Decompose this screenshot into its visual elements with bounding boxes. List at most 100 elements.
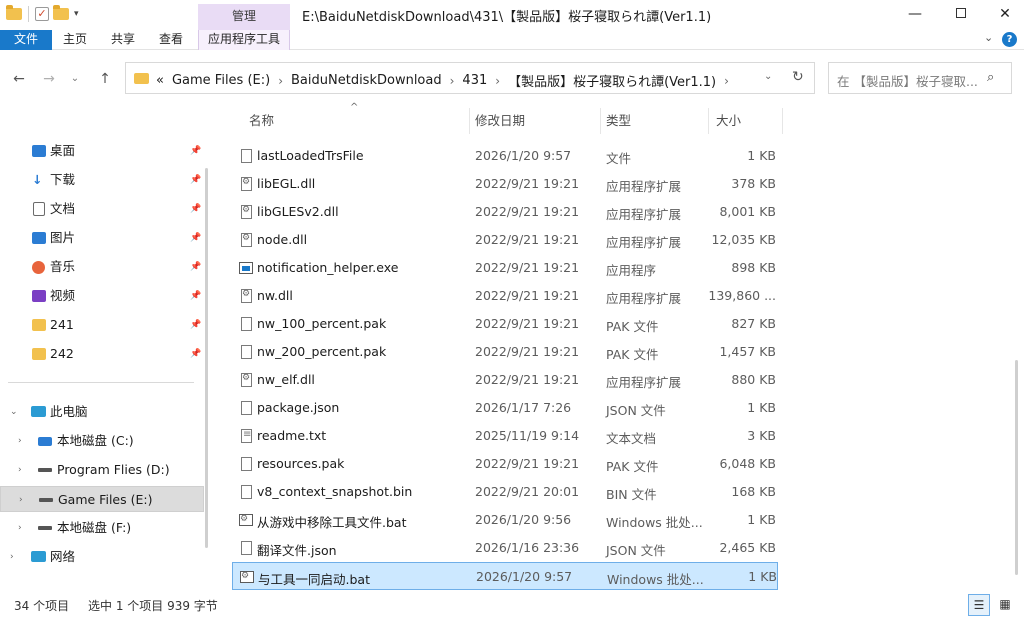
file-name: node.dll: [257, 232, 308, 247]
chevron-down-icon[interactable]: ⌄: [10, 399, 18, 425]
chevron-right-icon[interactable]: ›: [10, 544, 14, 570]
breadcrumb-baidu[interactable]: BaiduNetdiskDownload: [291, 73, 442, 88]
sidebar-item-desktop[interactable]: 桌面 📌: [0, 138, 204, 164]
maximize-button[interactable]: [938, 0, 984, 30]
address-bar[interactable]: « Game Files (E:) › BaiduNetdiskDownload…: [125, 62, 815, 94]
file-type: 应用程序扩展: [606, 291, 682, 306]
sidebar-item-drive-e[interactable]: › Game Files (E:): [0, 486, 204, 512]
file-row-selected[interactable]: 与工具一同启动.bat 2026/1/20 9:57 Windows 批处...…: [232, 562, 778, 590]
file-row[interactable]: libEGL.dll 2022/9/21 19:21 应用程序扩展 378 KB: [232, 170, 778, 198]
breadcrumb-current[interactable]: 【製品版】桜子寝取られ譚(Ver1.1): [508, 71, 716, 90]
sidebar-item-pictures[interactable]: 图片 📌: [0, 225, 204, 251]
chevron-right-icon[interactable]: ›: [19, 487, 23, 513]
sidebar-item-242[interactable]: 242 📌: [0, 341, 204, 367]
file-row[interactable]: lastLoadedTrsFile 2026/1/20 9:57 文件 1 KB: [232, 142, 778, 170]
chevron-right-icon[interactable]: ›: [278, 74, 283, 88]
sidebar-item-this-pc[interactable]: ⌄ 此电脑: [0, 399, 204, 425]
refresh-icon[interactable]: ↻: [792, 69, 804, 85]
desktop-icon: [32, 145, 46, 157]
file-list-scrollbar[interactable]: [1015, 360, 1018, 575]
chevron-right-icon[interactable]: ›: [18, 428, 22, 454]
up-button[interactable]: ↑: [94, 69, 116, 91]
file-row[interactable]: v8_context_snapshot.bin 2022/9/21 20:01 …: [232, 478, 778, 506]
folder-icon[interactable]: [6, 5, 22, 20]
chevron-right-icon[interactable]: ›: [495, 74, 500, 88]
file-row[interactable]: nw.dll 2022/9/21 19:21 应用程序扩展 139,860 ..…: [232, 282, 778, 310]
file-name: nw.dll: [257, 288, 293, 303]
tab-application-tools[interactable]: 应用程序工具: [198, 30, 290, 50]
file-type: PAK 文件: [606, 459, 659, 474]
file-row[interactable]: nw_100_percent.pak 2022/9/21 19:21 PAK 文…: [232, 310, 778, 338]
breadcrumb-overflow[interactable]: «: [156, 73, 164, 88]
sidebar-item-music[interactable]: 音乐 📌: [0, 254, 204, 280]
column-divider[interactable]: [600, 108, 601, 134]
network-icon: [31, 551, 46, 562]
sidebar-item-network[interactable]: › 网络: [0, 544, 204, 570]
chevron-right-icon[interactable]: ›: [18, 515, 22, 541]
help-icon[interactable]: ?: [1002, 32, 1017, 47]
minimize-button[interactable]: —: [892, 0, 938, 30]
file-row[interactable]: resources.pak 2022/9/21 19:21 PAK 文件 6,0…: [232, 450, 778, 478]
search-input[interactable]: 在 【製品版】桜子寝取...: [837, 71, 979, 90]
chevron-down-icon[interactable]: ⌄: [764, 71, 772, 82]
sidebar-scrollbar[interactable]: [205, 168, 208, 548]
sidebar-item-drive-f[interactable]: › 本地磁盘 (F:): [0, 515, 204, 541]
column-divider[interactable]: [469, 108, 470, 134]
breadcrumb-drive[interactable]: Game Files (E:): [172, 73, 270, 88]
file-icon: [241, 485, 252, 499]
column-divider[interactable]: [708, 108, 709, 134]
tab-home[interactable]: 主页: [52, 30, 98, 50]
new-folder-icon[interactable]: [53, 5, 69, 20]
chevron-right-icon[interactable]: ›: [450, 74, 455, 88]
file-icon: [241, 149, 252, 163]
file-row[interactable]: nw_200_percent.pak 2022/9/21 19:21 PAK 文…: [232, 338, 778, 366]
file-row[interactable]: nw_elf.dll 2022/9/21 19:21 应用程序扩展 880 KB: [232, 366, 778, 394]
file-row[interactable]: notification_helper.exe 2022/9/21 19:21 …: [232, 254, 778, 282]
column-size[interactable]: 大小: [716, 108, 782, 134]
sidebar-item-drive-c[interactable]: › 本地磁盘 (C:): [0, 428, 204, 454]
chevron-right-icon[interactable]: ›: [724, 74, 729, 88]
column-divider[interactable]: [782, 108, 783, 134]
file-date: 2022/9/21 19:21: [475, 372, 580, 387]
file-row[interactable]: 翻译文件.json 2026/1/16 23:36 JSON 文件 2,465 …: [232, 534, 778, 562]
pin-icon: 📌: [190, 291, 202, 301]
sidebar-item-drive-d[interactable]: › Program Flies (D:): [0, 457, 204, 483]
tab-view[interactable]: 查看: [148, 30, 194, 50]
search-box[interactable]: 在 【製品版】桜子寝取... ⌕: [828, 62, 1012, 94]
details-view-icon[interactable]: ☰: [968, 594, 990, 616]
search-icon[interactable]: ⌕: [987, 70, 994, 85]
file-size: 3 KB: [747, 428, 776, 443]
sidebar-item-downloads[interactable]: ↓ 下载 📌: [0, 167, 204, 193]
column-name[interactable]: 名称: [249, 108, 469, 134]
sidebar-item-label: 本地磁盘 (F:): [57, 520, 132, 535]
close-button[interactable]: ✕: [982, 0, 1024, 30]
file-name: package.json: [257, 400, 340, 415]
column-type[interactable]: 类型: [606, 108, 702, 134]
properties-icon[interactable]: ✓: [35, 7, 49, 21]
tab-file[interactable]: 文件: [0, 30, 52, 50]
file-row[interactable]: 从游戏中移除工具文件.bat 2026/1/20 9:56 Windows 批处…: [232, 506, 778, 534]
column-date[interactable]: 修改日期: [475, 108, 600, 134]
title-bar: ✓ ▾ 管理 E:\BaiduNetdiskDownload\431\【製品版】…: [0, 0, 1024, 30]
drive-icon: [38, 468, 52, 472]
file-row[interactable]: readme.txt 2025/11/19 9:14 文本文档 3 KB: [232, 422, 778, 450]
sidebar-item-documents[interactable]: 文档 📌: [0, 196, 204, 222]
file-type: JSON 文件: [606, 403, 666, 418]
file-row[interactable]: node.dll 2022/9/21 19:21 应用程序扩展 12,035 K…: [232, 226, 778, 254]
sidebar-item-videos[interactable]: 视频 📌: [0, 283, 204, 309]
file-date: 2022/9/21 19:21: [475, 316, 580, 331]
file-row[interactable]: libGLESv2.dll 2022/9/21 19:21 应用程序扩展 8,0…: [232, 198, 778, 226]
breadcrumb-431[interactable]: 431: [462, 73, 487, 88]
chevron-right-icon[interactable]: ›: [18, 457, 22, 483]
folder-icon: [32, 319, 46, 331]
tab-share[interactable]: 共享: [100, 30, 146, 50]
file-date: 2022/9/21 19:21: [475, 232, 580, 247]
expand-ribbon-icon[interactable]: ⌄: [984, 31, 993, 44]
back-button[interactable]: ←: [8, 69, 30, 91]
file-row[interactable]: package.json 2026/1/17 7:26 JSON 文件 1 KB: [232, 394, 778, 422]
sidebar-item-241[interactable]: 241 📌: [0, 312, 204, 338]
forward-button[interactable]: →: [38, 69, 60, 91]
recent-locations-button[interactable]: ⌄: [64, 69, 86, 91]
customize-toolbar-icon[interactable]: ▾: [74, 9, 79, 19]
large-icons-view-icon[interactable]: ▦: [994, 594, 1016, 616]
